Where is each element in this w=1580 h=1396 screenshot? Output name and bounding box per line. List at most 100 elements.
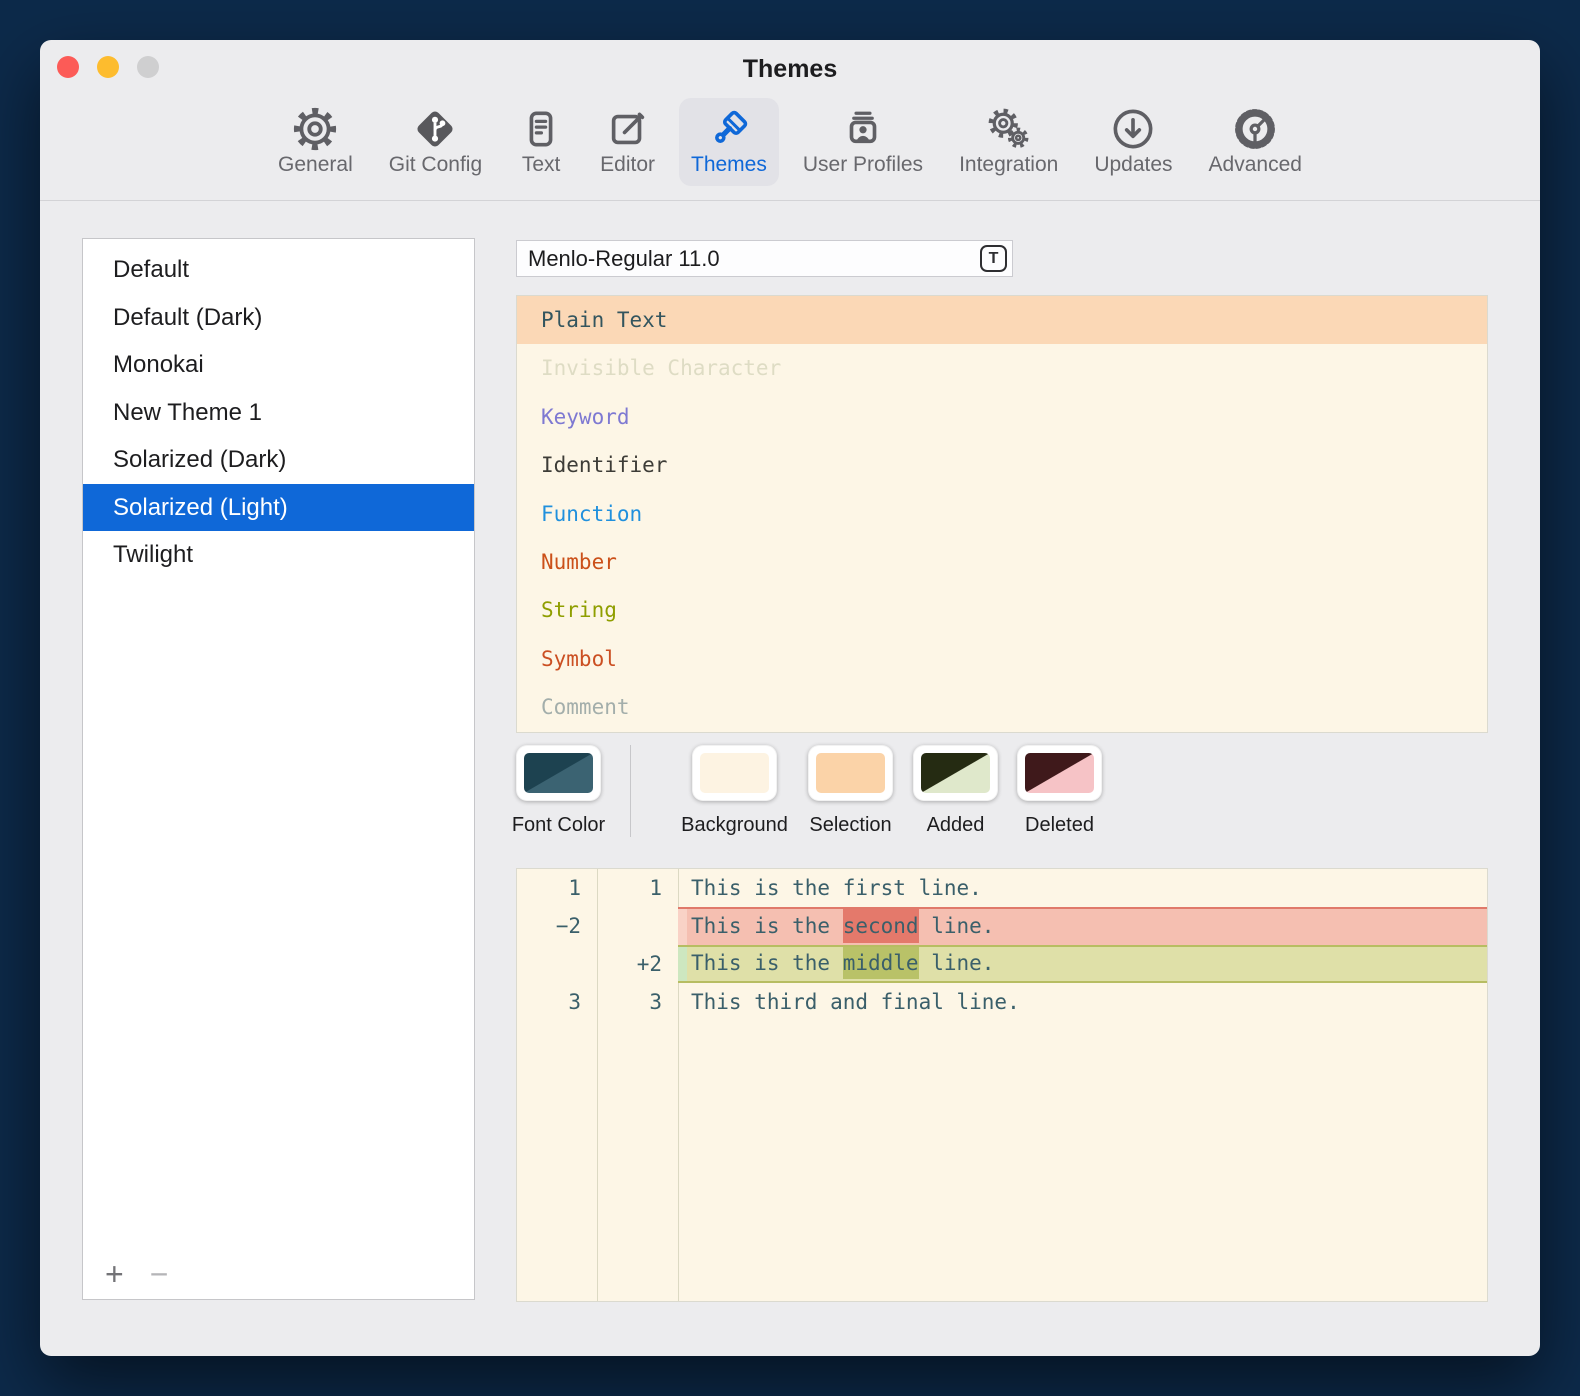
swatch-fill bbox=[1025, 753, 1094, 793]
diff-line-text: This is the first line. bbox=[678, 869, 1487, 907]
diff-preview: 11This is the first line.−2This is the s… bbox=[516, 868, 1488, 1302]
color-well[interactable] bbox=[516, 745, 601, 801]
token-label: Identifier bbox=[541, 453, 667, 477]
toolbar-divider bbox=[40, 200, 1540, 201]
swatch-label: Font Color bbox=[512, 814, 605, 837]
theme-list-item[interactable]: Solarized (Light) bbox=[83, 484, 474, 532]
add-theme-button[interactable]: + bbox=[105, 1259, 124, 1289]
theme-list-item[interactable]: New Theme 1 bbox=[83, 389, 474, 437]
swatch-added: Added bbox=[913, 745, 998, 837]
color-well[interactable] bbox=[692, 745, 777, 801]
new-line-number: 1 bbox=[597, 869, 678, 907]
old-line-number bbox=[517, 945, 597, 983]
toolbar-tab-advanced[interactable]: Advanced bbox=[1197, 98, 1314, 186]
word-diff-highlight: second bbox=[843, 909, 919, 943]
toolbar-tab-label: Themes bbox=[691, 153, 767, 177]
toolbar-tab-label: Editor bbox=[600, 153, 655, 177]
token-label: Number bbox=[541, 550, 617, 574]
theme-list-item[interactable]: Solarized (Dark) bbox=[83, 436, 474, 484]
color-well[interactable] bbox=[913, 745, 998, 801]
diff-line-text: This is the second line. bbox=[678, 907, 1487, 945]
diff-text-part: This is the bbox=[691, 909, 843, 943]
token-label: Invisible Character bbox=[541, 356, 781, 380]
diff-row: +2 This is the middle line. bbox=[517, 945, 1487, 983]
toolbar-tab-label: Git Config bbox=[389, 153, 482, 177]
diff-text-part: line. bbox=[919, 947, 995, 979]
gears-icon bbox=[986, 106, 1032, 152]
swatch-label: Selection bbox=[809, 814, 891, 837]
font-picker-button[interactable]: T bbox=[980, 245, 1007, 272]
theme-list-item[interactable]: Default bbox=[83, 246, 474, 294]
token-row[interactable]: String bbox=[517, 586, 1487, 634]
toolbar-tab-git-config[interactable]: Git Config bbox=[377, 98, 494, 186]
toolbar-tab-label: General bbox=[278, 153, 353, 177]
token-row[interactable]: Identifier bbox=[517, 441, 1487, 489]
token-label: Comment bbox=[541, 695, 630, 719]
token-label: Symbol bbox=[541, 647, 617, 671]
remove-theme-button[interactable]: − bbox=[150, 1259, 169, 1289]
text-document-icon bbox=[518, 106, 564, 152]
toolbar-tab-label: User Profiles bbox=[803, 153, 923, 177]
diff-row: 33 This third and final line. bbox=[517, 983, 1487, 1021]
token-list: Plain Text Invisible Character Keyword Iden… bbox=[517, 296, 1487, 732]
toolbar-tab-general[interactable]: General bbox=[266, 98, 365, 186]
toolbar-tab-integration[interactable]: Integration bbox=[947, 98, 1070, 186]
token-label: String bbox=[541, 598, 617, 622]
new-line-number bbox=[597, 907, 678, 945]
swatch-fill bbox=[816, 753, 885, 793]
token-row[interactable]: Keyword bbox=[517, 393, 1487, 441]
token-row[interactable]: Number bbox=[517, 538, 1487, 586]
color-well[interactable] bbox=[1017, 745, 1102, 801]
color-well[interactable] bbox=[808, 745, 893, 801]
git-diamond-icon bbox=[412, 106, 458, 152]
token-label: Function bbox=[541, 502, 642, 526]
token-row[interactable]: Plain Text bbox=[517, 296, 1487, 344]
word-diff-highlight: middle bbox=[843, 947, 919, 979]
token-row[interactable]: Invisible Character bbox=[517, 344, 1487, 392]
toolbar-tab-editor[interactable]: Editor bbox=[588, 98, 667, 186]
advanced-gear-icon bbox=[1232, 106, 1278, 152]
theme-list-item[interactable]: Twilight bbox=[83, 531, 474, 579]
token-row[interactable]: Comment bbox=[517, 683, 1487, 731]
old-line-number: −2 bbox=[517, 907, 597, 945]
token-row[interactable]: Symbol bbox=[517, 635, 1487, 683]
swatch-label: Background bbox=[681, 814, 788, 837]
toolbar-tab-themes[interactable]: Themes bbox=[679, 98, 779, 186]
swatch-deleted: Deleted bbox=[1017, 745, 1102, 837]
paint-brush-icon bbox=[706, 106, 752, 152]
diff-text-part: This is the bbox=[691, 947, 843, 979]
toolbar-tab-user-profiles[interactable]: User Profiles bbox=[791, 98, 935, 186]
preferences-window: Themes General Git Config bbox=[40, 40, 1540, 1356]
swatch-fill bbox=[524, 753, 593, 793]
theme-list-item[interactable]: Default (Dark) bbox=[83, 294, 474, 342]
font-field[interactable]: Menlo-Regular 11.0 T bbox=[516, 240, 1013, 277]
toolbar-tab-text[interactable]: Text bbox=[506, 98, 576, 186]
token-label: Plain Text bbox=[541, 308, 667, 332]
swatch-selection: Selection bbox=[808, 745, 893, 837]
download-circle-icon bbox=[1110, 106, 1156, 152]
token-row[interactable]: Function bbox=[517, 490, 1487, 538]
diff-text-part: This is the first line. bbox=[691, 869, 982, 907]
gear-icon bbox=[292, 106, 338, 152]
theme-list-items: DefaultDefault (Dark)MonokaiNew Theme 1S… bbox=[83, 246, 474, 579]
swatch-fill bbox=[921, 753, 990, 793]
new-line-number: +2 bbox=[597, 945, 678, 983]
diff-line-text: This third and final line. bbox=[678, 983, 1487, 1021]
font-name-value: Menlo-Regular 11.0 bbox=[517, 246, 980, 272]
new-line-number: 3 bbox=[597, 983, 678, 1021]
theme-list: DefaultDefault (Dark)MonokaiNew Theme 1S… bbox=[82, 238, 475, 1300]
toolbar-tab-label: Text bbox=[522, 153, 561, 177]
diff-text-part: This third and final line. bbox=[691, 983, 1020, 1021]
swatch-font-color: Font Color bbox=[516, 745, 601, 837]
theme-list-footer: + − bbox=[105, 1259, 168, 1289]
theme-list-item[interactable]: Monokai bbox=[83, 341, 474, 389]
toolbar-tab-updates[interactable]: Updates bbox=[1082, 98, 1184, 186]
preferences-toolbar: General Git Config Text bbox=[40, 98, 1540, 200]
swatch-label: Added bbox=[927, 814, 985, 837]
toolbar-tab-label: Updates bbox=[1094, 153, 1172, 177]
swatch-divider bbox=[630, 745, 631, 837]
old-line-number: 3 bbox=[517, 983, 597, 1021]
toolbar-tab-label: Advanced bbox=[1209, 153, 1302, 177]
swatch-label: Deleted bbox=[1025, 814, 1094, 837]
toolbar-tab-label: Integration bbox=[959, 153, 1058, 177]
